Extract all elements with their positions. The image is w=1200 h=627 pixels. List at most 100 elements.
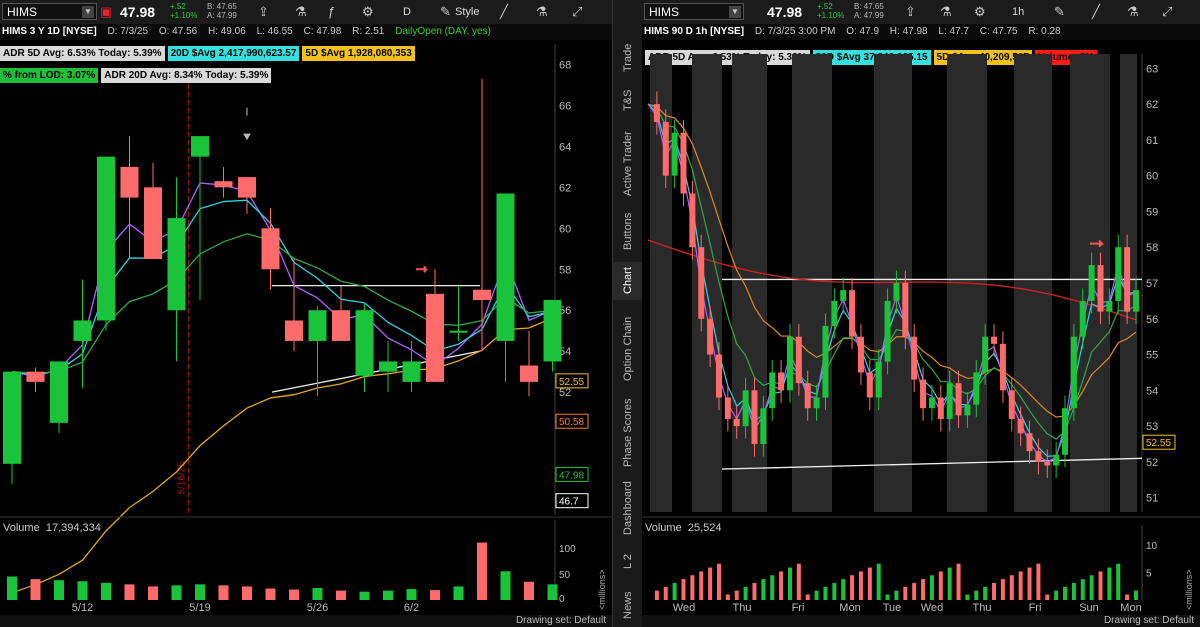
support-trendline (271, 350, 481, 393)
right-ask: A: 47.99 (854, 11, 884, 20)
flask-icon[interactable]: ⚗ (1127, 4, 1139, 20)
right-timeframe-button[interactable]: 1h (1012, 6, 1024, 18)
session-band (1120, 54, 1137, 512)
right-bottom-bar: Drawing set: Default (642, 615, 1200, 627)
studies-fx-icon[interactable]: ƒ (328, 4, 335, 19)
volume-tick-label: 10 (1146, 541, 1158, 552)
candle-body (680, 132, 687, 194)
style-icon[interactable]: ✎ (440, 4, 451, 20)
candle-body (332, 310, 350, 341)
right-symbol-input[interactable]: HIMS ▼ (644, 3, 744, 20)
y-tick-label: 51 (1146, 493, 1158, 505)
session-band (732, 54, 767, 512)
volume-bar (876, 563, 881, 600)
candle-body (402, 361, 421, 382)
candle-body (982, 336, 989, 373)
ma-10-line (647, 103, 1137, 458)
lab-flask-icon[interactable]: ⚗ (295, 4, 307, 20)
candle-body (920, 379, 927, 409)
left-change-pct: +1.10% (170, 11, 198, 20)
session-band (792, 54, 832, 512)
candle-body (707, 318, 714, 355)
price-tag-box (555, 466, 589, 482)
left-last-price: 47.98 (120, 4, 156, 20)
drawing-set-label[interactable]: Drawing set: Default (1104, 615, 1194, 626)
maximize-icon[interactable]: ⤢ (572, 4, 582, 20)
chevron-down-icon[interactable]: ▼ (729, 6, 741, 18)
left-date: D: 7/3/25 (107, 26, 149, 37)
y-tick-label: 53 (1146, 421, 1158, 433)
volume-bar (1036, 563, 1041, 600)
volume-bar (708, 567, 713, 600)
gear-icon[interactable]: ⚙ (362, 4, 374, 20)
left-style-button[interactable]: Style (455, 6, 479, 18)
side-tab-option-chain[interactable]: Option Chain (613, 304, 643, 394)
candle-body (144, 187, 162, 260)
chevron-down-icon[interactable]: ▼ (82, 6, 94, 18)
link-icon[interactable]: ▣ (100, 4, 112, 20)
share-icon[interactable]: ⇪ (905, 4, 916, 20)
right-info-bar: HIMS 90 D 1h [NYSE] D: 7/3/25 3:00 PM O:… (642, 24, 1200, 40)
left-study-badges-row1: ADR 5D Avg: 6.53% Today: 5.39% 20D $Avg 2… (0, 46, 572, 61)
down-arrow-marker (243, 107, 251, 141)
volume-bar (867, 567, 872, 600)
left-study-badges-row2: % from LOD: 3.07% ADR 20D Avg: 8.34% Toda… (0, 68, 572, 83)
volume-bar (921, 579, 926, 600)
volume-bar (912, 582, 917, 600)
ma-5-line (11, 199, 553, 376)
candle-body (769, 372, 776, 409)
share-icon[interactable]: ⇪ (258, 4, 269, 20)
x-tick-label: 5/26 (307, 602, 328, 614)
right-high: H: 47.98 (889, 26, 928, 37)
price-tag-label: 50.58 (559, 417, 584, 428)
left-timeframe-button[interactable]: D (403, 6, 411, 18)
side-tab-phase-scores[interactable]: Phase Scores (613, 398, 643, 468)
volume-bar (1116, 563, 1121, 600)
side-tab-active-trader[interactable]: Active Trader (613, 120, 643, 208)
left-symbol-input[interactable]: HIMS ▼ (2, 3, 97, 20)
price-tag-box (555, 373, 589, 389)
right-range: R: 0.28 (1028, 26, 1061, 37)
flask-icon[interactable]: ⚗ (536, 4, 548, 20)
gear-icon[interactable]: ⚙ (974, 4, 986, 20)
drawing-tool-icon[interactable]: ╱ (500, 4, 508, 20)
drawing-set-label[interactable]: Drawing set: Default (516, 615, 606, 626)
volume-bar (929, 575, 934, 600)
drawing-tool-icon[interactable]: ╱ (1092, 4, 1100, 20)
volume-bar (242, 586, 252, 600)
volume-bar (1098, 571, 1103, 600)
candle-body (849, 290, 856, 337)
candle-body (733, 418, 740, 427)
style-icon[interactable]: ✎ (1054, 4, 1065, 20)
candle-body (1017, 418, 1024, 434)
volume-bar (524, 581, 534, 600)
x-tick-label: 6/2 (404, 602, 419, 614)
side-tab-buttons[interactable]: Buttons (613, 205, 643, 257)
volume-bar (947, 567, 952, 600)
side-tab-t-s[interactable]: T&S (613, 78, 643, 122)
lab-flask-icon[interactable]: ⚗ (940, 4, 952, 20)
side-tab-news[interactable]: News (613, 585, 643, 625)
left-chart-title: HIMS 3 Y 1D [NYSE] (2, 26, 97, 37)
candle-body (238, 177, 256, 198)
volume-bar (761, 579, 766, 600)
volume-value: 17,394,334 (45, 522, 101, 534)
right-low: L: 47.7 (938, 26, 969, 37)
volume-bar (654, 590, 659, 600)
price-tag-label: 47.98 (559, 470, 584, 481)
volume-tick-label: 100 (559, 544, 576, 555)
side-tab-l-2[interactable]: L 2 (613, 548, 643, 576)
volume-bar (1071, 582, 1076, 600)
candle-body (473, 289, 491, 300)
candle-body (1070, 336, 1077, 409)
maximize-icon[interactable]: ⤢ (1162, 4, 1172, 20)
y-tick-label: 58 (1146, 242, 1158, 254)
ma-50-line (647, 103, 1137, 418)
price-tag-label: 52.55 (559, 377, 584, 388)
y-tick-label: 55 (1146, 350, 1158, 362)
volume-bar (1027, 567, 1032, 600)
volume-bar (814, 590, 819, 600)
side-tab-dashboard[interactable]: Dashboard (613, 478, 643, 538)
volume-bar (956, 563, 961, 600)
side-tab-chart[interactable]: Chart (613, 262, 643, 300)
